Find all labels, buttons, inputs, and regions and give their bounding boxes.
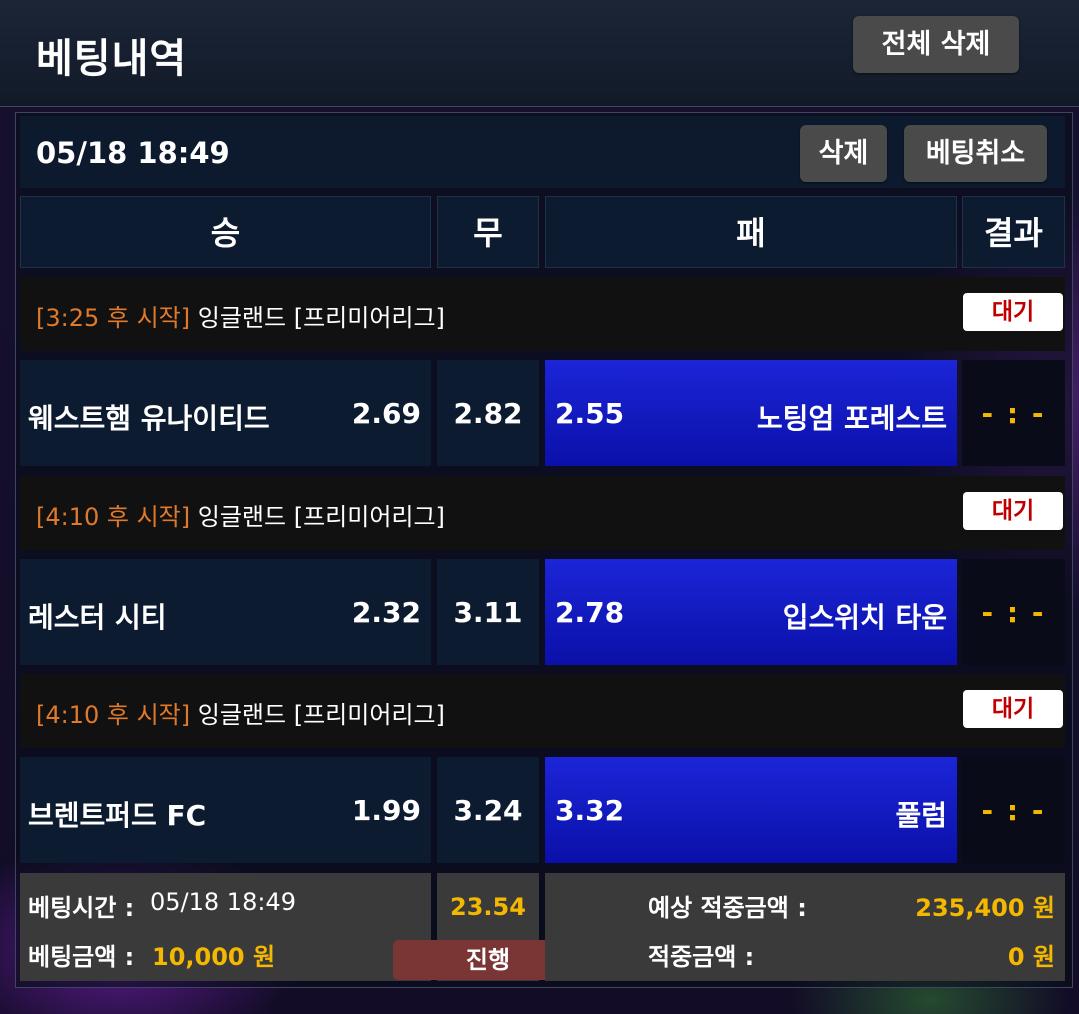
result-cell: - : - — [962, 559, 1065, 665]
cancel-bet-button[interactable]: 베팅취소 — [904, 125, 1047, 182]
bet-amount: 10,000 원 — [152, 943, 276, 971]
home-odds-cell[interactable]: 브렌트퍼드 FC 1.99 — [20, 757, 431, 863]
start-time: [4:10 후 시작] — [36, 701, 191, 729]
draw-odds-cell[interactable]: 3.11 — [437, 559, 539, 665]
match-score: - : - — [981, 794, 1046, 827]
home-odds: 1.99 — [351, 794, 421, 827]
won-amount: 0 원 — [1007, 943, 1055, 971]
bet-amount-label: 베팅금액 : — [28, 943, 135, 971]
home-team-name: 브렌트퍼드 FC — [28, 799, 207, 832]
bet-summary-left: 베팅시간 : 05/18 18:49 베팅금액 : 10,000 원 — [20, 873, 431, 981]
away-team-name: 노팅엄 포레스트 — [756, 402, 947, 435]
page-title: 베팅내역 — [36, 36, 188, 82]
bet-time-label: 베팅시간 : — [28, 894, 135, 922]
total-odds: 23.54 — [450, 893, 526, 921]
delete-all-button[interactable]: 전체 삭제 — [853, 16, 1019, 73]
bet-time: 05/18 18:49 — [150, 888, 296, 916]
start-time: [3:25 후 시작] — [36, 304, 191, 332]
match-league-row: [4:10 후 시작] 잉글랜드 [프리미어리그] 대기 — [20, 674, 1065, 748]
draw-odds: 3.11 — [453, 596, 523, 629]
status-badge: 대기 — [963, 492, 1063, 530]
away-odds: 3.32 — [555, 794, 625, 827]
draw-odds: 3.24 — [453, 794, 523, 827]
home-team-name: 레스터 시티 — [28, 601, 167, 634]
draw-odds-cell[interactable]: 2.82 — [437, 360, 539, 466]
draw-odds: 2.82 — [453, 397, 523, 430]
home-odds: 2.69 — [351, 397, 421, 430]
league-info: [4:10 후 시작] 잉글랜드 [프리미어리그] — [36, 695, 445, 730]
match-league-row: [3:25 후 시작] 잉글랜드 [프리미어리그] 대기 — [20, 277, 1065, 351]
result-cell: - : - — [962, 757, 1065, 863]
league-info: [3:25 후 시작] 잉글랜드 [프리미어리그] — [36, 298, 445, 333]
away-team-name: 풀럼 — [895, 799, 947, 832]
status-badge: 대기 — [963, 293, 1063, 331]
home-odds-cell[interactable]: 웨스트햄 유나이티드 2.69 — [20, 360, 431, 466]
away-odds: 2.55 — [555, 397, 625, 430]
away-odds: 2.78 — [555, 596, 625, 629]
away-odds-cell-selected[interactable]: 3.32 풀럼 — [545, 757, 957, 863]
start-time: [4:10 후 시작] — [36, 503, 191, 531]
match-score: - : - — [981, 596, 1046, 629]
away-odds-cell-selected[interactable]: 2.78 입스위치 타운 — [545, 559, 957, 665]
expected-amount: 235,400 원 — [915, 894, 1055, 922]
bet-summary-right: 예상 적중금액 : 235,400 원 적중금액 : 0 원 — [545, 873, 1065, 981]
delete-button[interactable]: 삭제 — [800, 125, 887, 182]
status-badge: 대기 — [963, 690, 1063, 728]
column-header-draw: 무 — [437, 196, 539, 268]
expected-amount-label: 예상 적중금액 : — [648, 894, 807, 922]
page-header: 베팅내역 전체 삭제 — [0, 0, 1079, 107]
result-cell: - : - — [962, 360, 1065, 466]
bet-date: 05/18 18:49 — [36, 136, 230, 170]
home-odds: 2.32 — [351, 596, 421, 629]
won-amount-label: 적중금액 : — [648, 943, 755, 971]
league-name: 잉글랜드 [프리미어리그] — [197, 304, 445, 332]
match-score: - : - — [981, 397, 1046, 430]
draw-odds-cell[interactable]: 3.24 — [437, 757, 539, 863]
column-header-win: 승 — [20, 196, 431, 268]
away-odds-cell-selected[interactable]: 2.55 노팅엄 포레스트 — [545, 360, 957, 466]
home-odds-cell[interactable]: 레스터 시티 2.32 — [20, 559, 431, 665]
away-team-name: 입스위치 타운 — [782, 601, 947, 634]
league-info: [4:10 후 시작] 잉글랜드 [프리미어리그] — [36, 497, 445, 532]
home-team-name: 웨스트햄 유나이티드 — [28, 402, 270, 435]
league-name: 잉글랜드 [프리미어리그] — [197, 701, 445, 729]
match-league-row: [4:10 후 시작] 잉글랜드 [프리미어리그] 대기 — [20, 476, 1065, 550]
column-header-result: 결과 — [962, 196, 1065, 268]
column-header-lose: 패 — [545, 196, 957, 268]
league-name: 잉글랜드 [프리미어리그] — [197, 503, 445, 531]
